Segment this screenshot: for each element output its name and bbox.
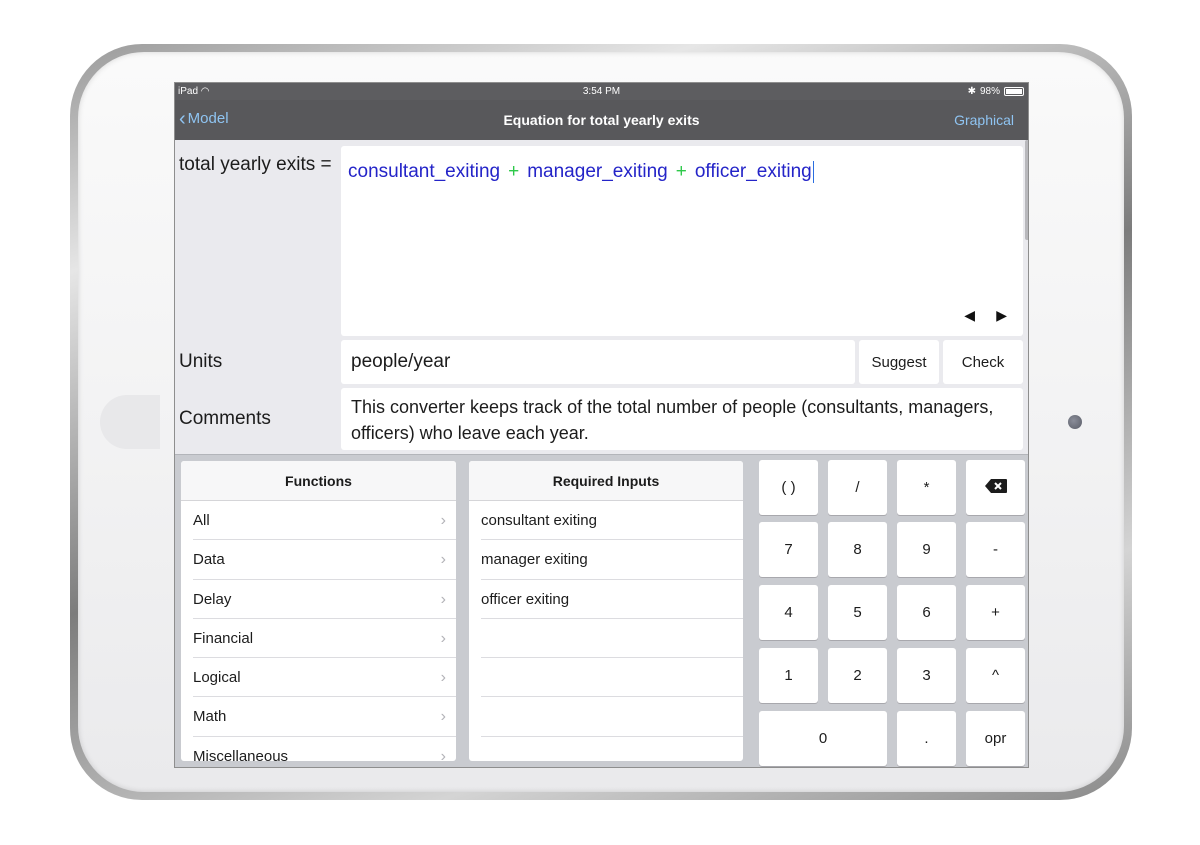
key-divide[interactable]: / — [828, 460, 887, 515]
chevron-right-icon: › — [440, 590, 446, 608]
equation-label: total yearly exits = — [179, 154, 332, 175]
screen: iPad ◠ 3:54 PM ✱ 98% ‹ Model Equation fo… — [174, 82, 1029, 768]
key-1[interactable]: 1 — [759, 648, 818, 703]
function-category-logical[interactable]: Logical › — [181, 658, 456, 698]
scrollbar[interactable] — [1025, 140, 1028, 240]
required-input-item[interactable]: manager exiting — [469, 540, 743, 580]
chevron-right-icon: › — [440, 747, 446, 761]
keypad: ( ) / * 7 8 9 - 4 5 6 + 1 2 3 ^ 0 . opr — [759, 460, 1027, 767]
backspace-button[interactable] — [966, 460, 1025, 515]
key-parentheses[interactable]: ( ) — [759, 460, 818, 515]
equation-text[interactable]: consultant_exiting + manager_exiting + offic… — [348, 161, 814, 183]
chevron-right-icon: › — [440, 669, 446, 687]
bluetooth-icon: ✱ — [967, 86, 976, 97]
suggest-button[interactable]: Suggest — [859, 340, 939, 384]
chevron-right-icon: › — [440, 708, 446, 726]
units-label: Units — [179, 351, 223, 372]
battery-fill — [1006, 89, 1022, 94]
list-item-label: Logical — [193, 669, 241, 687]
key-2[interactable]: 2 — [828, 648, 887, 703]
units-input[interactable] — [341, 340, 855, 384]
key-multiply[interactable]: * — [897, 460, 956, 515]
camera-dot — [1068, 415, 1082, 429]
empty-list-row — [469, 658, 743, 698]
text-caret — [812, 161, 814, 183]
row-divider — [481, 735, 743, 737]
builder-panel: Functions All › Data › Delay › Financial › L… — [175, 454, 1028, 767]
key-7[interactable]: 7 — [759, 522, 818, 577]
comments-label: Comments — [179, 408, 271, 429]
empty-list-row — [469, 697, 743, 737]
key-plus[interactable]: + — [966, 585, 1025, 640]
key-minus[interactable]: - — [966, 522, 1025, 577]
list-item-label: officer exiting — [481, 590, 570, 608]
list-item-label: manager exiting — [481, 551, 588, 569]
battery-percent: 98% — [979, 86, 1000, 97]
equation-term[interactable]: officer_exiting — [695, 161, 812, 182]
list-item-label: Miscellaneous — [193, 747, 289, 761]
list-item-label: All — [193, 512, 210, 529]
key-5[interactable]: 5 — [828, 585, 887, 640]
key-8[interactable]: 8 — [828, 522, 887, 577]
page-title: Equation for total yearly exits — [503, 112, 700, 128]
status-right: ✱ 98% — [968, 86, 1024, 97]
empty-list-row — [469, 619, 743, 659]
function-category-financial[interactable]: Financial › — [181, 619, 456, 659]
required-input-item[interactable]: officer exiting — [469, 580, 743, 619]
list-item-label: consultant exiting — [481, 512, 597, 529]
cursor-left-arrow-icon[interactable]: ◀ — [964, 307, 975, 324]
list-item-label: Delay — [193, 590, 232, 608]
list-item-label: Data — [193, 551, 225, 569]
chevron-right-icon: › — [440, 512, 446, 529]
required-input-item[interactable]: consultant exiting — [469, 501, 743, 541]
key-decimal[interactable]: . — [897, 711, 956, 766]
chevron-right-icon: › — [440, 629, 446, 647]
function-category-miscellaneous[interactable]: Miscellaneous › — [181, 737, 456, 761]
key-4[interactable]: 4 — [759, 585, 818, 640]
list-item-label: Financial — [193, 629, 254, 647]
comments-field[interactable]: This converter keeps track of the total … — [341, 388, 1023, 450]
function-category-delay[interactable]: Delay › — [181, 580, 456, 619]
key-0[interactable]: 0 — [759, 711, 887, 766]
graphical-button[interactable]: Graphical — [954, 112, 1014, 128]
key-3[interactable]: 3 — [897, 648, 956, 703]
equation-term[interactable]: manager_exiting — [527, 161, 667, 182]
equation-operator: + — [508, 161, 520, 183]
function-category-math[interactable]: Math › — [181, 697, 456, 737]
key-power[interactable]: ^ — [966, 648, 1025, 703]
equation-editor[interactable]: consultant_exiting + manager_exiting + offic… — [341, 146, 1023, 336]
status-bar: iPad ◠ 3:54 PM ✱ 98% — [175, 83, 1028, 100]
battery-icon — [1004, 87, 1024, 96]
status-time: 3:54 PM — [582, 86, 621, 97]
chevron-right-icon: › — [440, 551, 446, 569]
required-inputs-header: Required Inputs — [469, 461, 743, 501]
key-6[interactable]: 6 — [897, 585, 956, 640]
backspace-icon — [984, 478, 1007, 493]
cursor-right-arrow-icon[interactable]: ▶ — [996, 307, 1007, 324]
editor-area: total yearly exits = consultant_exiting +… — [175, 140, 1028, 454]
navigation-bar: ‹ Model Equation for total yearly exits … — [175, 100, 1028, 140]
equation-operator: + — [675, 161, 687, 183]
required-inputs-list: Required Inputs consultant exiting manag… — [469, 461, 743, 761]
check-button[interactable]: Check — [943, 340, 1023, 384]
function-category-all[interactable]: All › — [181, 501, 456, 541]
key-operators[interactable]: opr — [966, 711, 1025, 766]
functions-list: Functions All › Data › Delay › Financial › L… — [181, 461, 456, 761]
function-category-data[interactable]: Data › — [181, 540, 456, 580]
list-item-label: Math — [193, 708, 227, 726]
equation-term[interactable]: consultant_exiting — [348, 161, 500, 182]
functions-header: Functions — [181, 461, 456, 501]
key-9[interactable]: 9 — [897, 522, 956, 577]
device-side-notch — [100, 395, 160, 449]
